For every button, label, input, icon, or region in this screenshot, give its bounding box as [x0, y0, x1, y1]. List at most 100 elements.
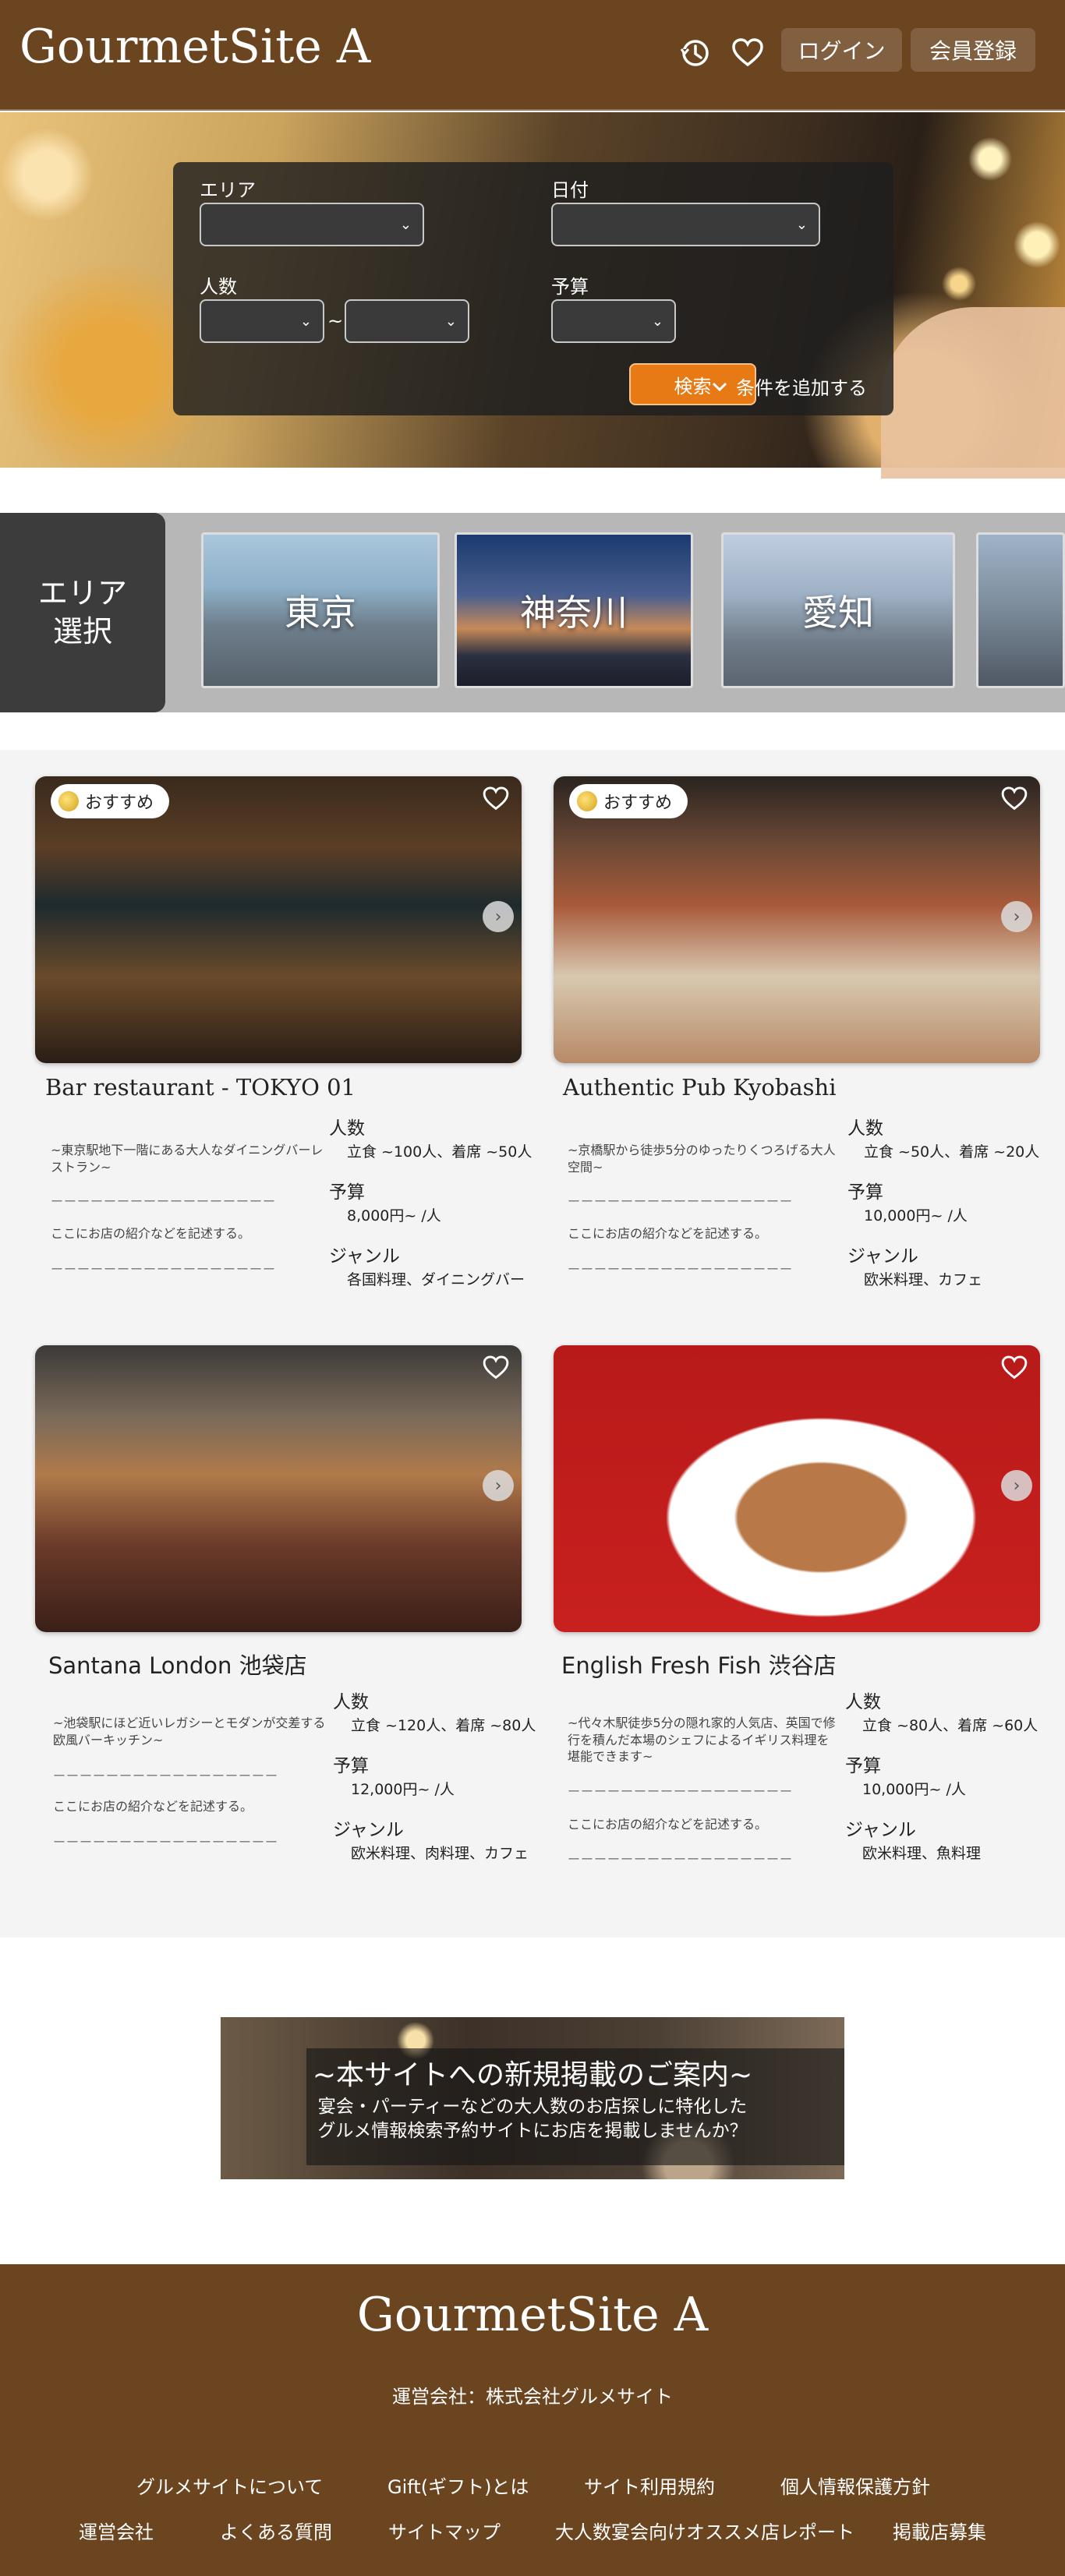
area-card-kanagawa[interactable]: 神奈川 [455, 532, 693, 688]
area-title-line2: 選択 [52, 614, 112, 648]
login-button[interactable]: ログイン [781, 28, 902, 72]
listing-banner[interactable]: ~本サイトへの新規掲載のご案内~ 宴会・パーティーなどの大人数のお店探しに特化し… [221, 2017, 844, 2179]
people-heading: 人数 [845, 1692, 881, 1712]
genre-heading: ジャンル [333, 1820, 404, 1840]
footer-link[interactable]: 個人情報保護方針 [780, 2472, 930, 2499]
area-card-aichi[interactable]: 愛知 [721, 532, 955, 688]
genre-value: 欧米料理、カフェ [864, 1271, 983, 1288]
people-heading: 人数 [333, 1692, 369, 1712]
divider: ーーーーーーーーーーーーーーーーー [53, 1835, 279, 1850]
restaurant-image[interactable]: › [35, 1345, 522, 1632]
site-footer: GourmetSite A 運営会社：株式会社グルメサイト グルメサイトについて… [0, 2264, 1065, 2576]
restaurant-image[interactable]: おすすめ › [35, 776, 522, 1063]
restaurant-image[interactable]: おすすめ › [554, 776, 1040, 1063]
restaurant-desc: ~代々木駅徒歩5分の隠れ家的人気店、英国で修行を積んだ本場のシェフによるイギリス… [568, 1716, 836, 1765]
footer-link[interactable]: サイトマップ [388, 2517, 501, 2544]
divider: ーーーーーーーーーーーーーーーーー [51, 1194, 277, 1209]
area-card-next[interactable] [976, 532, 1065, 688]
area-select[interactable]: ⌄ [200, 203, 424, 246]
footer-logo[interactable]: GourmetSite A [0, 2288, 1065, 2342]
footer-link[interactable]: 大人数宴会向けオススメ店レポート [555, 2517, 854, 2544]
area-card-tokyo[interactable]: 東京 [201, 532, 440, 688]
restaurant-intro: ここにお店の紹介などを記述する。 [568, 1226, 768, 1241]
people-label: 人数 [200, 276, 237, 298]
restaurant-image[interactable]: › [554, 1345, 1040, 1632]
medal-icon [577, 791, 597, 811]
footer-link[interactable]: 掲載店募集 [893, 2517, 986, 2544]
date-select[interactable]: ⌄ [551, 203, 820, 246]
recommended-badge: おすすめ [569, 784, 688, 818]
footer-link[interactable]: 運営会社 [79, 2517, 154, 2544]
divider: ーーーーーーーーーーーーーーーーー [51, 1262, 277, 1277]
budget-heading: 予算 [333, 1756, 369, 1776]
restaurant-intro: ここにお店の紹介などを記述する。 [51, 1226, 251, 1241]
area-name: 東京 [285, 592, 356, 634]
hero-hand-shape [881, 307, 1065, 479]
banner-subtitle: 宴会・パーティーなどの大人数のお店探しに特化した グルメ情報検索予約サイトにお店… [221, 2095, 844, 2143]
range-separator: ~ [327, 310, 344, 332]
restaurant-name[interactable]: English Fresh Fish 渋谷店 [561, 1648, 837, 1680]
chevron-right-icon[interactable]: › [483, 1470, 514, 1501]
restaurant-name[interactable]: Authentic Pub Kyobashi [563, 1074, 837, 1101]
restaurant-name[interactable]: Bar restaurant - TOKYO 01 [45, 1074, 356, 1101]
banner-subtitle-line2: グルメ情報検索予約サイトにお店を掲載しませんか？ [317, 2121, 748, 2142]
chevron-right-icon[interactable]: › [1001, 901, 1032, 932]
restaurant-intro: ここにお店の紹介などを記述する。 [53, 1799, 253, 1814]
date-label: 日付 [551, 179, 589, 201]
genre-heading: ジャンル [847, 1246, 918, 1267]
people-value: 立食 ~120人、着席 ~80人 [351, 1717, 536, 1734]
budget-heading: 予算 [845, 1756, 881, 1776]
heart-icon[interactable] [730, 35, 766, 71]
footer-link[interactable]: サイト利用規約 [584, 2472, 715, 2499]
heart-icon[interactable] [481, 784, 511, 814]
genre-value: 欧米料理、肉料理、カフェ [351, 1845, 529, 1862]
medal-icon [58, 791, 79, 811]
restaurant-desc: ~池袋駅にほど近いレガシーとモダンが交差する欧風バーキッチン~ [53, 1716, 326, 1747]
badge-label: おすすめ [603, 793, 673, 813]
chevron-right-icon[interactable]: › [1001, 1470, 1032, 1501]
genre-heading: ジャンル [329, 1246, 400, 1267]
site-logo[interactable]: GourmetSite A [19, 19, 370, 74]
footer-link[interactable]: グルメサイトについて [136, 2472, 323, 2499]
genre-heading: ジャンル [845, 1820, 916, 1840]
divider: ーーーーーーーーーーーーーーーーー [568, 1194, 794, 1209]
footer-link[interactable]: Gift(ギフト)とは [387, 2472, 529, 2499]
history-icon[interactable] [677, 35, 713, 71]
chevron-down-icon: ⌄ [444, 313, 457, 330]
chevron-down-icon [712, 382, 727, 391]
heart-icon[interactable] [481, 1353, 511, 1383]
area-name [978, 535, 1063, 686]
chevron-down-icon: ⌄ [651, 313, 663, 330]
badge-label: おすすめ [85, 793, 154, 813]
people-min-select[interactable]: ⌄ [200, 299, 324, 343]
budget-heading: 予算 [847, 1182, 883, 1203]
budget-select[interactable]: ⌄ [551, 299, 676, 343]
budget-label: 予算 [551, 276, 589, 298]
search-panel: エリア ⌄ 日付 ⌄ 人数 ⌄ ~ ⌄ 予算 ⌄ 検索 条件を追加する [173, 162, 893, 415]
chevron-down-icon: ⌄ [299, 313, 312, 330]
chevron-down-icon: ⌄ [399, 217, 412, 233]
genre-value: 各国料理、ダイニングバー [347, 1271, 525, 1288]
divider: ーーーーーーーーーーーーーーーーー [568, 1852, 794, 1867]
restaurant-intro: ここにお店の紹介などを記述する。 [568, 1817, 768, 1832]
banner-subtitle-line1: 宴会・パーティーなどの大人数のお店探しに特化した [317, 2097, 748, 2117]
chevron-right-icon[interactable]: › [483, 901, 514, 932]
heart-icon[interactable] [1000, 784, 1029, 814]
restaurant-desc: ~東京駅地下一階にある大人なダイニングバーレストラン~ [51, 1143, 324, 1175]
heart-icon[interactable] [1000, 1353, 1029, 1383]
budget-value: 12,000円~ /人 [351, 1781, 455, 1798]
budget-heading: 予算 [329, 1182, 365, 1203]
restaurant-name[interactable]: Santana London 池袋店 [48, 1648, 307, 1680]
chevron-down-icon: ⌄ [795, 217, 808, 233]
area-name: 愛知 [802, 592, 874, 634]
footer-link[interactable]: よくある質問 [220, 2517, 332, 2544]
area-label: エリア [200, 179, 256, 201]
budget-value: 10,000円~ /人 [864, 1207, 968, 1224]
budget-value: 10,000円~ /人 [862, 1781, 966, 1798]
people-max-select[interactable]: ⌄ [345, 299, 469, 343]
recommended-badge: おすすめ [51, 784, 170, 818]
people-value: 立食 ~100人、着席 ~50人 [347, 1143, 532, 1161]
banner-title: ~本サイトへの新規掲載のご案内~ [312, 2059, 753, 2091]
add-conditions-toggle[interactable]: 条件を追加する [711, 373, 867, 400]
register-button[interactable]: 会員登録 [911, 28, 1035, 72]
